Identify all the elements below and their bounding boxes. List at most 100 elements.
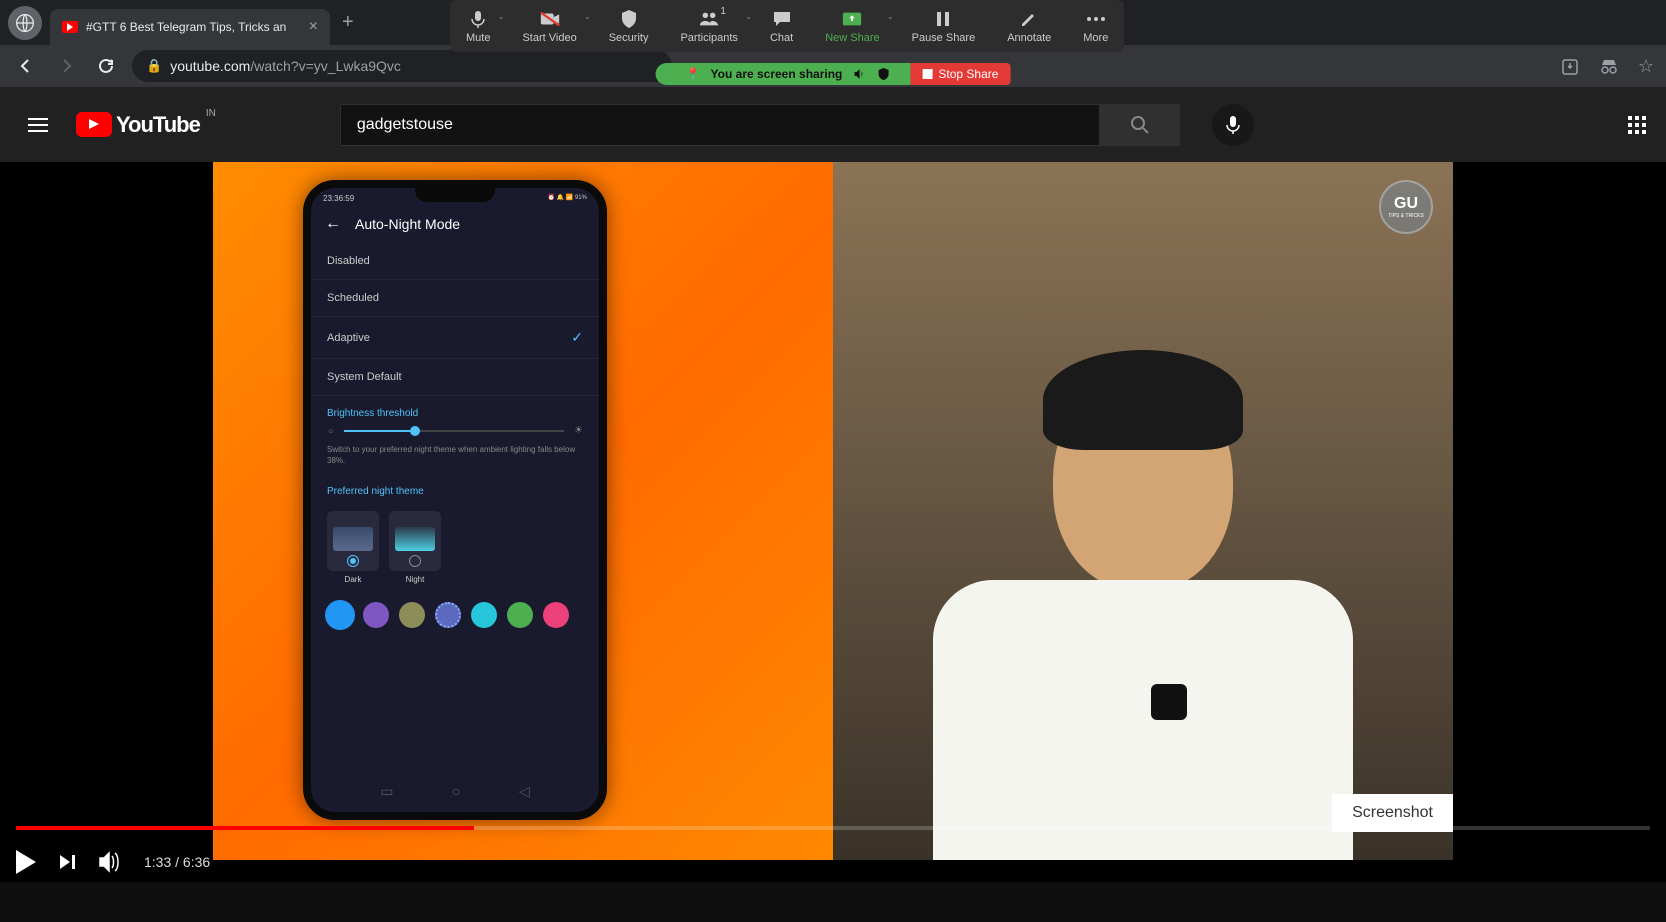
phone-notch: [415, 188, 495, 202]
zoom-more-button[interactable]: More: [1067, 4, 1124, 48]
back-button[interactable]: [12, 52, 40, 80]
option-scheduled: Scheduled: [311, 280, 599, 317]
voice-search-button[interactable]: [1212, 104, 1254, 146]
play-button[interactable]: [16, 850, 36, 874]
brightness-slider: ☼ ☀: [311, 425, 599, 436]
apps-button[interactable]: [1628, 116, 1646, 134]
presenter-video: GU TIPS & TRICKS: [833, 162, 1453, 860]
incognito-indicator-icon[interactable]: [1598, 58, 1620, 76]
accent-color-picker: [311, 592, 599, 638]
theme-dark-card: [327, 511, 379, 571]
option-adaptive: Adaptive: [311, 317, 599, 359]
color-swatch: [435, 602, 461, 628]
chevron-down-icon[interactable]: ⌄: [887, 12, 894, 21]
zoom-toolbar: Mute ⌄ Start Video ⌄ Security Participan…: [450, 0, 1124, 52]
volume-icon: [98, 851, 124, 873]
theme-section-label: Preferred night theme: [311, 474, 599, 503]
option-system-default: System Default: [311, 359, 599, 396]
brightness-high-icon: ☀: [574, 425, 583, 436]
video-player[interactable]: 23:36:59 ◀ ◯ ◉ ✉ ⏰ 🔔 📶 91% ← Auto-Night …: [0, 162, 1666, 882]
sharing-status[interactable]: 📍 You are screen sharing: [656, 63, 911, 85]
next-icon: [56, 851, 78, 873]
url-input[interactable]: 🔒 youtube.com/watch?v=yv_Lwka9Qvc: [132, 50, 672, 82]
theme-night-card: [389, 511, 441, 571]
zoom-video-button[interactable]: Start Video ⌄: [506, 4, 592, 48]
install-icon[interactable]: [1560, 57, 1580, 77]
chevron-down-icon[interactable]: ⌄: [745, 12, 752, 21]
search-input[interactable]: [340, 104, 1100, 146]
zoom-participants-button[interactable]: Participants 1 ⌄: [664, 4, 753, 48]
shield-check-icon: [876, 67, 890, 81]
microphone-icon: [1225, 115, 1241, 135]
back-arrow-icon: ←: [325, 215, 341, 233]
next-button[interactable]: [56, 851, 78, 873]
zoom-new-share-button[interactable]: New Share ⌄: [809, 4, 895, 48]
zoom-security-button[interactable]: Security: [593, 4, 665, 48]
browser-tab[interactable]: #GTT 6 Best Telegram Tips, Tricks an ×: [50, 9, 330, 45]
youtube-favicon-icon: [62, 21, 78, 33]
chat-icon: [771, 8, 793, 30]
phone-screen-title: Auto-Night Mode: [355, 216, 460, 232]
recent-apps-icon: ▭: [380, 783, 393, 800]
youtube-logo-icon: [76, 112, 112, 137]
home-icon: ○: [452, 783, 460, 800]
microphone-icon: [467, 8, 489, 30]
zoom-pause-share-button[interactable]: Pause Share: [896, 4, 992, 48]
phone-screen-header: ← Auto-Night Mode: [311, 205, 599, 243]
brightness-hint: Switch to your preferred night theme whe…: [311, 436, 599, 474]
participants-count: 1: [720, 6, 726, 17]
youtube-header: YouTube IN: [0, 87, 1666, 162]
tab-close-icon[interactable]: ×: [309, 18, 318, 36]
speaker-icon: [852, 67, 866, 81]
progress-played: [16, 826, 474, 830]
option-disabled: Disabled: [311, 243, 599, 280]
brightness-section-label: Brightness threshold: [311, 396, 599, 425]
lock-icon: 🔒: [146, 58, 162, 74]
color-swatch: [507, 602, 533, 628]
radio-icon: [409, 555, 421, 567]
participants-icon: [698, 8, 720, 30]
more-icon: [1085, 8, 1107, 30]
youtube-logo[interactable]: YouTube IN: [76, 112, 200, 138]
new-tab-button[interactable]: +: [342, 11, 354, 34]
hamburger-menu-button[interactable]: [20, 110, 56, 140]
color-swatch: [363, 602, 389, 628]
search-button[interactable]: [1100, 104, 1180, 146]
share-screen-icon: [841, 8, 863, 30]
back-nav-icon: ◁: [519, 783, 530, 800]
color-swatch: [399, 602, 425, 628]
pencil-icon: [1018, 8, 1040, 30]
volume-button[interactable]: [98, 851, 124, 873]
color-swatch: [327, 602, 353, 628]
bookmark-star-icon[interactable]: ☆: [1638, 56, 1654, 77]
color-swatch: [543, 602, 569, 628]
channel-badge: GU TIPS & TRICKS: [1379, 180, 1433, 234]
radio-selected-icon: [347, 555, 359, 567]
stop-icon: [922, 69, 932, 79]
color-swatch: [471, 602, 497, 628]
reload-button[interactable]: [92, 52, 120, 80]
chevron-down-icon[interactable]: ⌄: [584, 12, 591, 21]
forward-button[interactable]: [52, 52, 80, 80]
incognito-icon: [8, 6, 42, 40]
phone-nav-bar: ▭ ○ ◁: [311, 783, 599, 800]
stop-share-button[interactable]: Stop Share: [910, 63, 1010, 85]
play-icon: [16, 850, 36, 874]
phone-mockup: 23:36:59 ◀ ◯ ◉ ✉ ⏰ 🔔 📶 91% ← Auto-Night …: [303, 180, 607, 820]
zoom-annotate-button[interactable]: Annotate: [991, 4, 1067, 48]
brightness-low-icon: ☼: [327, 426, 334, 435]
chevron-down-icon[interactable]: ⌄: [498, 12, 505, 21]
zoom-chat-button[interactable]: Chat: [754, 4, 809, 48]
zoom-mute-button[interactable]: Mute ⌄: [450, 4, 506, 48]
search-icon: [1129, 114, 1151, 136]
pin-icon: 📍: [686, 67, 701, 81]
screen-sharing-banner: 📍 You are screen sharing Stop Share: [656, 60, 1011, 88]
browser-actions: ☆: [1560, 56, 1654, 77]
video-controls: 1:33 / 6:36: [0, 826, 1666, 882]
tab-title: #GTT 6 Best Telegram Tips, Tricks an: [86, 20, 301, 34]
shield-icon: [618, 8, 640, 30]
video-content: 23:36:59 ◀ ◯ ◉ ✉ ⏰ 🔔 📶 91% ← Auto-Night …: [213, 162, 1453, 860]
url-text: youtube.com/watch?v=yv_Lwka9Qvc: [170, 58, 401, 74]
progress-bar[interactable]: [16, 826, 1650, 830]
country-code: IN: [206, 108, 216, 119]
